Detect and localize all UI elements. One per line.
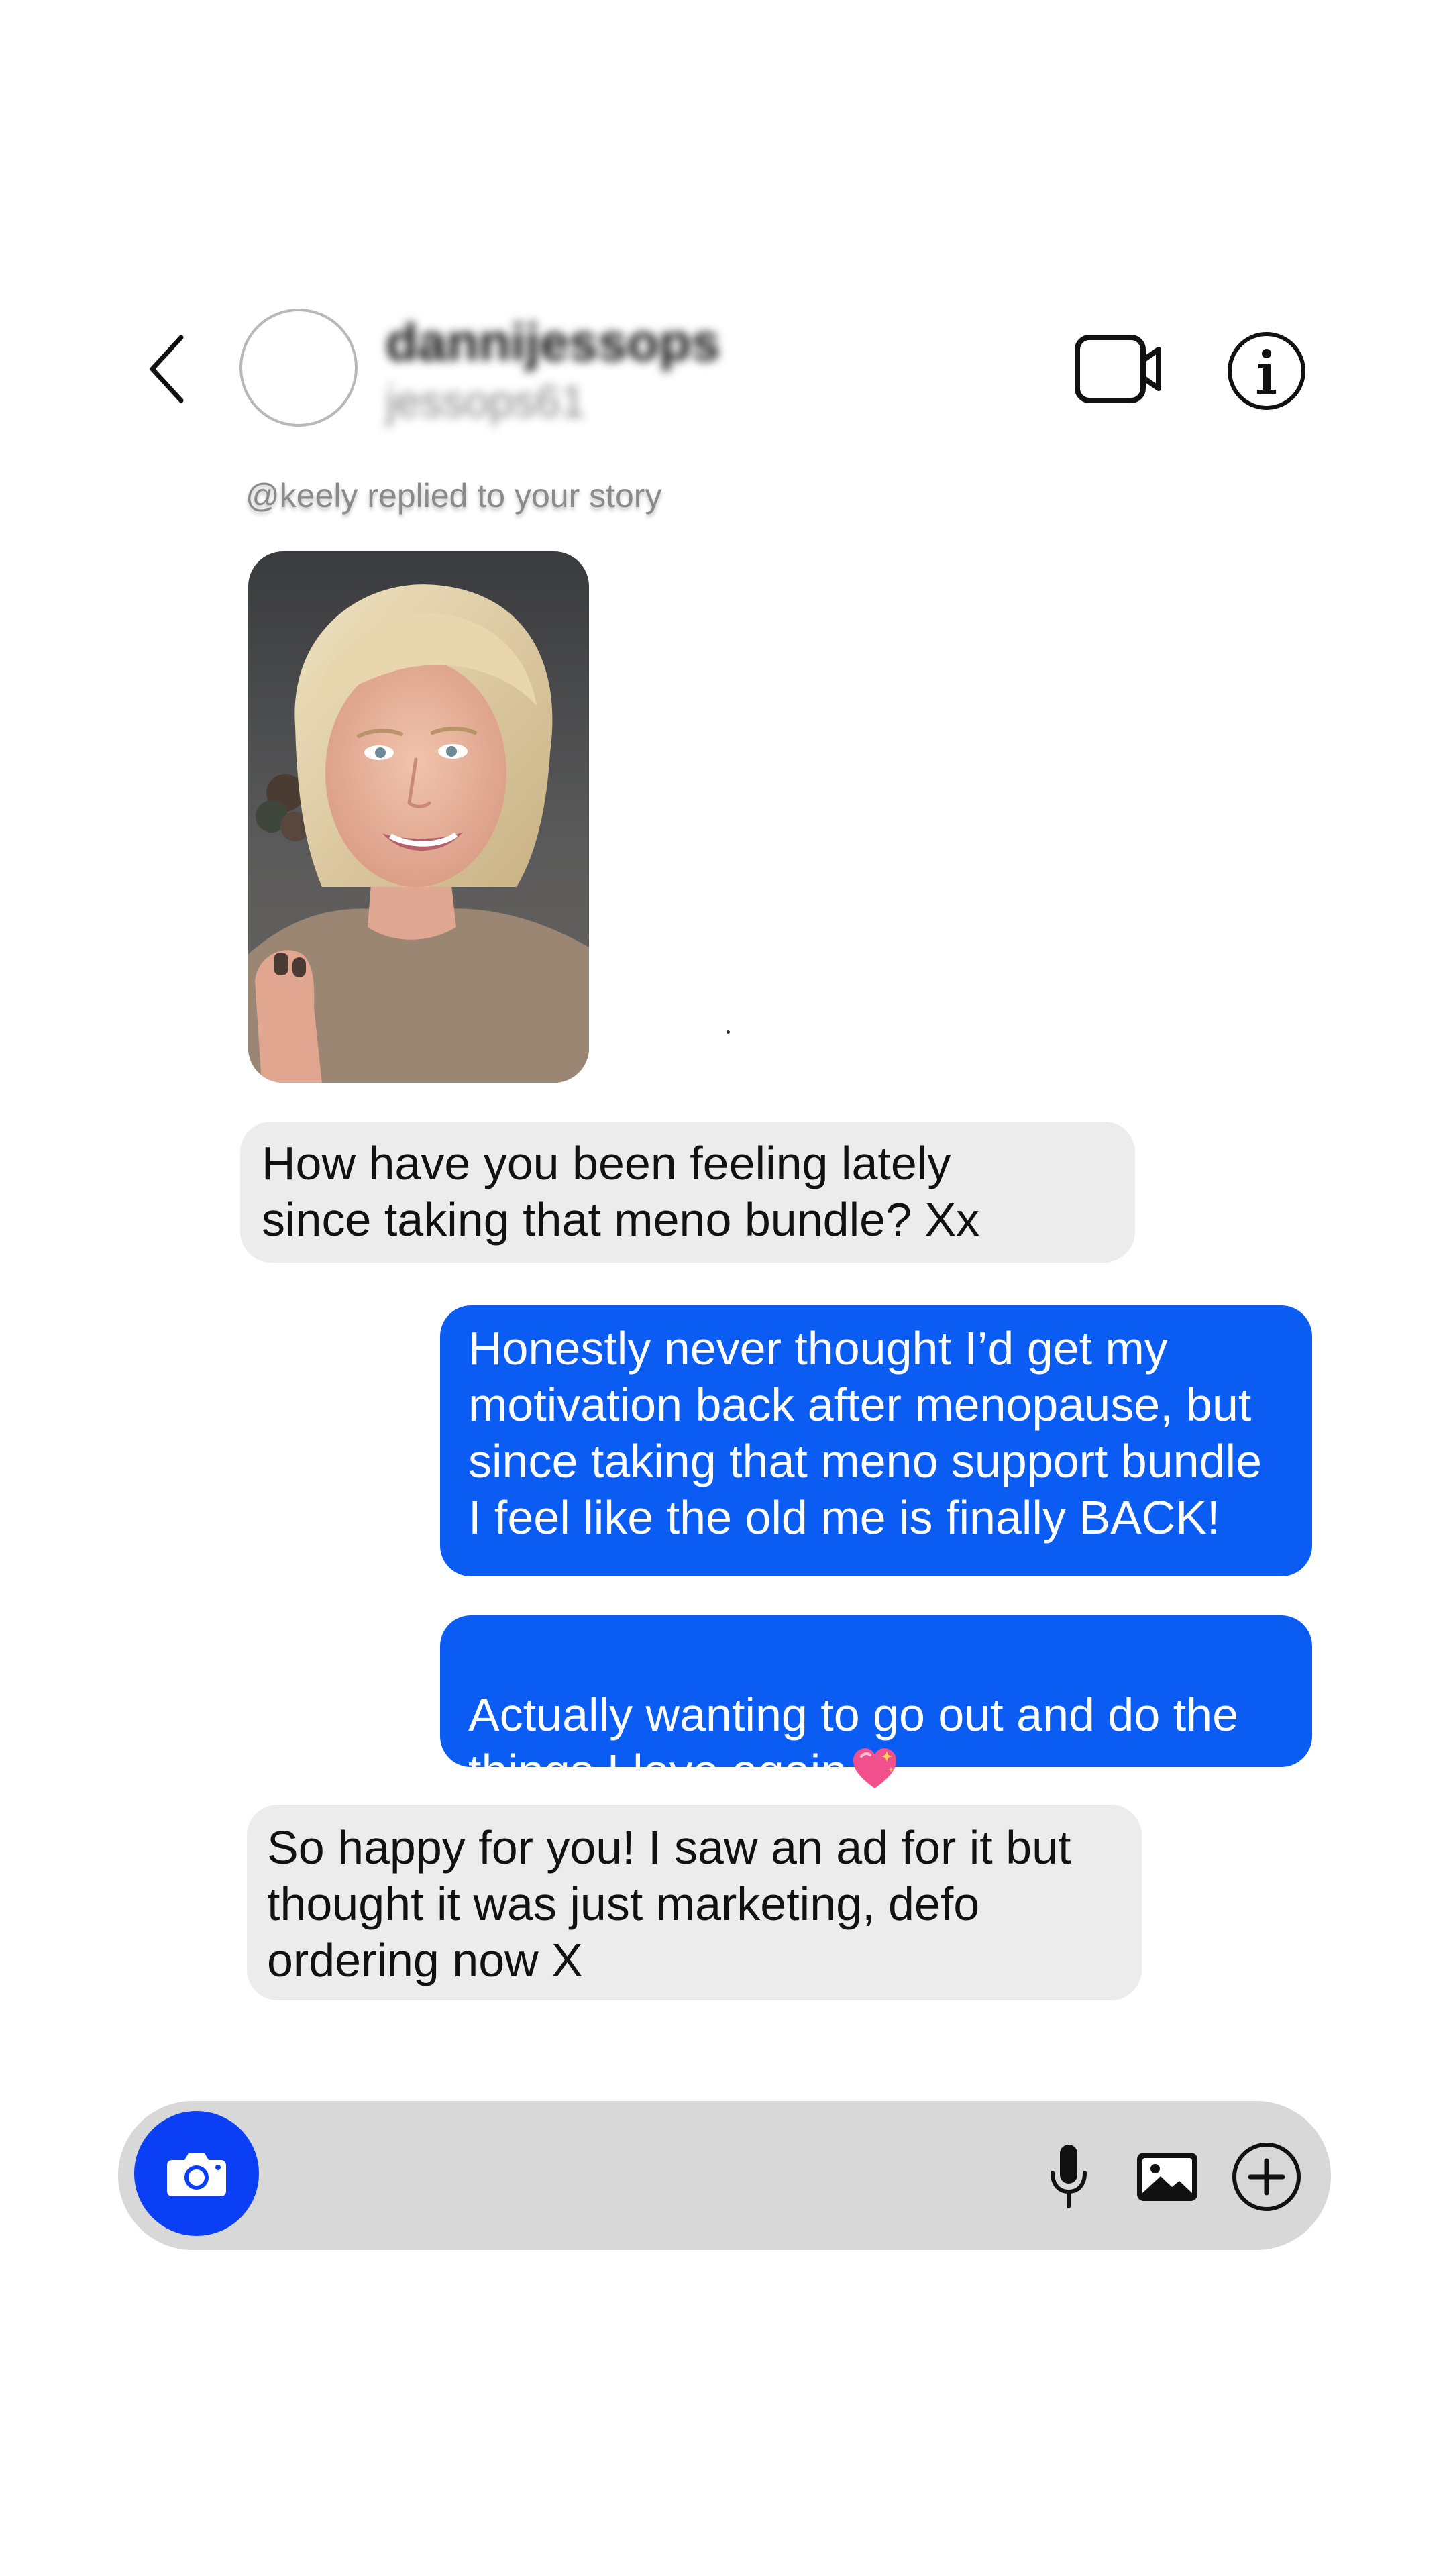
chevron-left-icon xyxy=(150,335,184,403)
avatar[interactable] xyxy=(239,309,358,427)
info-icon xyxy=(1227,331,1305,410)
camera-icon xyxy=(167,2153,226,2196)
message-incoming[interactable]: So happy for you! I saw an ad for it but… xyxy=(247,1805,1142,2000)
microphone-icon xyxy=(1050,2145,1087,2208)
back-button[interactable] xyxy=(138,329,198,409)
plus-circle-icon xyxy=(1232,2143,1301,2211)
stray-dot xyxy=(727,1030,730,1034)
profile-handle: jessops61 xyxy=(386,376,586,426)
add-button[interactable] xyxy=(1228,2137,1305,2217)
gallery-button[interactable] xyxy=(1130,2137,1204,2217)
message-input[interactable] xyxy=(275,2132,1016,2220)
message-incoming[interactable]: How have you been feeling lately since t… xyxy=(240,1122,1135,1263)
story-thumbnail[interactable] xyxy=(248,551,589,1083)
image-icon xyxy=(1137,2153,1197,2201)
message-outgoing[interactable]: Honestly never thought I’d get my motiva… xyxy=(440,1305,1312,1576)
info-button[interactable] xyxy=(1224,329,1308,413)
profile-name[interactable]: dannijessops xyxy=(386,312,720,373)
story-reply-note: @keely replied to your story xyxy=(246,477,662,515)
camera-button[interactable] xyxy=(134,2111,259,2236)
video-call-button[interactable] xyxy=(1072,329,1166,409)
microphone-button[interactable] xyxy=(1036,2137,1100,2217)
message-outgoing[interactable]: Actually wanting to go out and do the th… xyxy=(440,1615,1312,1797)
video-camera-icon xyxy=(1074,335,1161,403)
sparkling-heart-icon xyxy=(852,1747,898,1803)
